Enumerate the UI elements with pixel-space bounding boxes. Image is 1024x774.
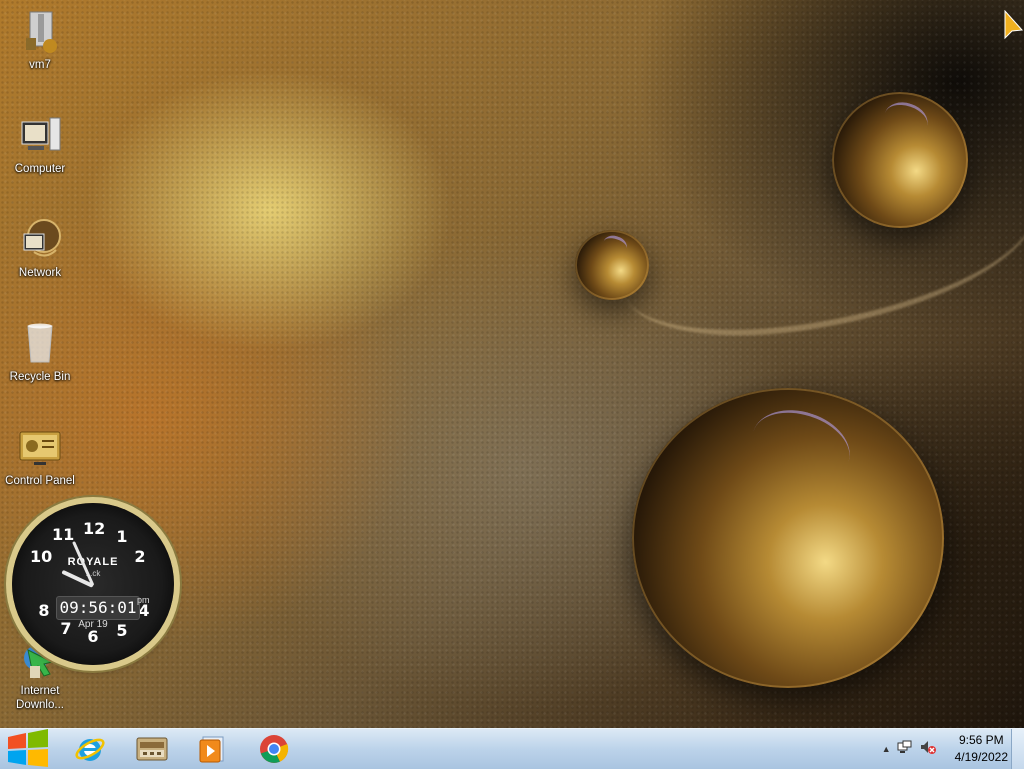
show-hidden-icons-chevron-icon[interactable]: ▲ (882, 744, 891, 754)
taskbar: ▲ 9:56 PM 4/19/2022 (0, 728, 1024, 769)
network-status-icon[interactable] (897, 739, 913, 760)
mouse-cursor-icon (1004, 9, 1024, 47)
desktop-icon-label: vm7 (29, 59, 51, 71)
taskbar-file-manager[interactable] (124, 731, 180, 767)
desktop-icon-computer[interactable]: Computer (0, 112, 80, 176)
clock-brand-sub: ...ck (85, 569, 101, 578)
desktop-icon-network[interactable]: Network (0, 216, 80, 280)
clock-date: Apr 19 (78, 619, 108, 630)
clock-gadget[interactable]: 12 1 2 4 5 6 7 8 10 11 ROYALE ...ck 09:5… (12, 503, 174, 665)
clock-number-1: 1 (116, 527, 128, 546)
windows-start-icon (8, 729, 48, 767)
control-panel-icon (16, 424, 64, 472)
clock-brand: ROYALE (67, 556, 119, 568)
clock-number-8: 8 (38, 601, 50, 620)
desktop-icon-label: Recycle Bin (9, 371, 71, 383)
computer-icon (16, 112, 64, 160)
tray-time: 9:56 PM (958, 733, 1004, 747)
chrome-icon (260, 735, 289, 763)
system-tray: ▲ 9:56 PM 4/19/2022 (882, 729, 1008, 769)
wallpaper-orb-small (575, 230, 649, 300)
desktop-icon-label: Control Panel (5, 475, 75, 487)
file-manager-icon (136, 737, 168, 761)
start-button[interactable] (2, 729, 54, 769)
media-player-icon (199, 736, 224, 763)
wallpaper-orb-large (632, 388, 944, 688)
taskbar-media-player[interactable] (184, 731, 240, 767)
volume-muted-icon[interactable] (919, 739, 937, 760)
clock-ampm: pm (137, 595, 150, 605)
desktop-icon-control-panel[interactable]: Control Panel (0, 424, 80, 488)
internet-explorer-icon (75, 738, 105, 761)
clock-number-11: 11 (52, 525, 75, 544)
network-icon (16, 216, 64, 264)
taskbar-internet-explorer[interactable] (62, 731, 118, 767)
desktop-background: vm7 Computer Network Recycle Bin Control… (0, 0, 1024, 728)
tray-date: 4/19/2022 (954, 750, 1008, 764)
wallpaper-orb-top (832, 92, 968, 228)
desktop-icon-label: Computer (14, 163, 66, 175)
desktop-icon-label-line1: Internet (20, 685, 60, 697)
clock-digital-time: 09:56:01 (56, 596, 140, 620)
clock-number-12: 12 (83, 519, 106, 538)
desktop-icon-label: Internet Downlo... (0, 684, 80, 712)
folder-zip-icon (16, 8, 64, 56)
desktop-icon-vm7[interactable]: vm7 (0, 8, 80, 72)
taskbar-chrome[interactable] (246, 731, 302, 767)
desktop-icon-label-line2: Downlo... (16, 699, 64, 711)
desktop-icon-label: Network (18, 267, 62, 279)
show-desktop-button[interactable] (1011, 729, 1024, 769)
tray-clock[interactable]: 9:56 PM 4/19/2022 (955, 732, 1008, 766)
desktop-icon-recycle-bin[interactable]: Recycle Bin (0, 320, 80, 384)
recycle-bin-icon (16, 320, 64, 368)
